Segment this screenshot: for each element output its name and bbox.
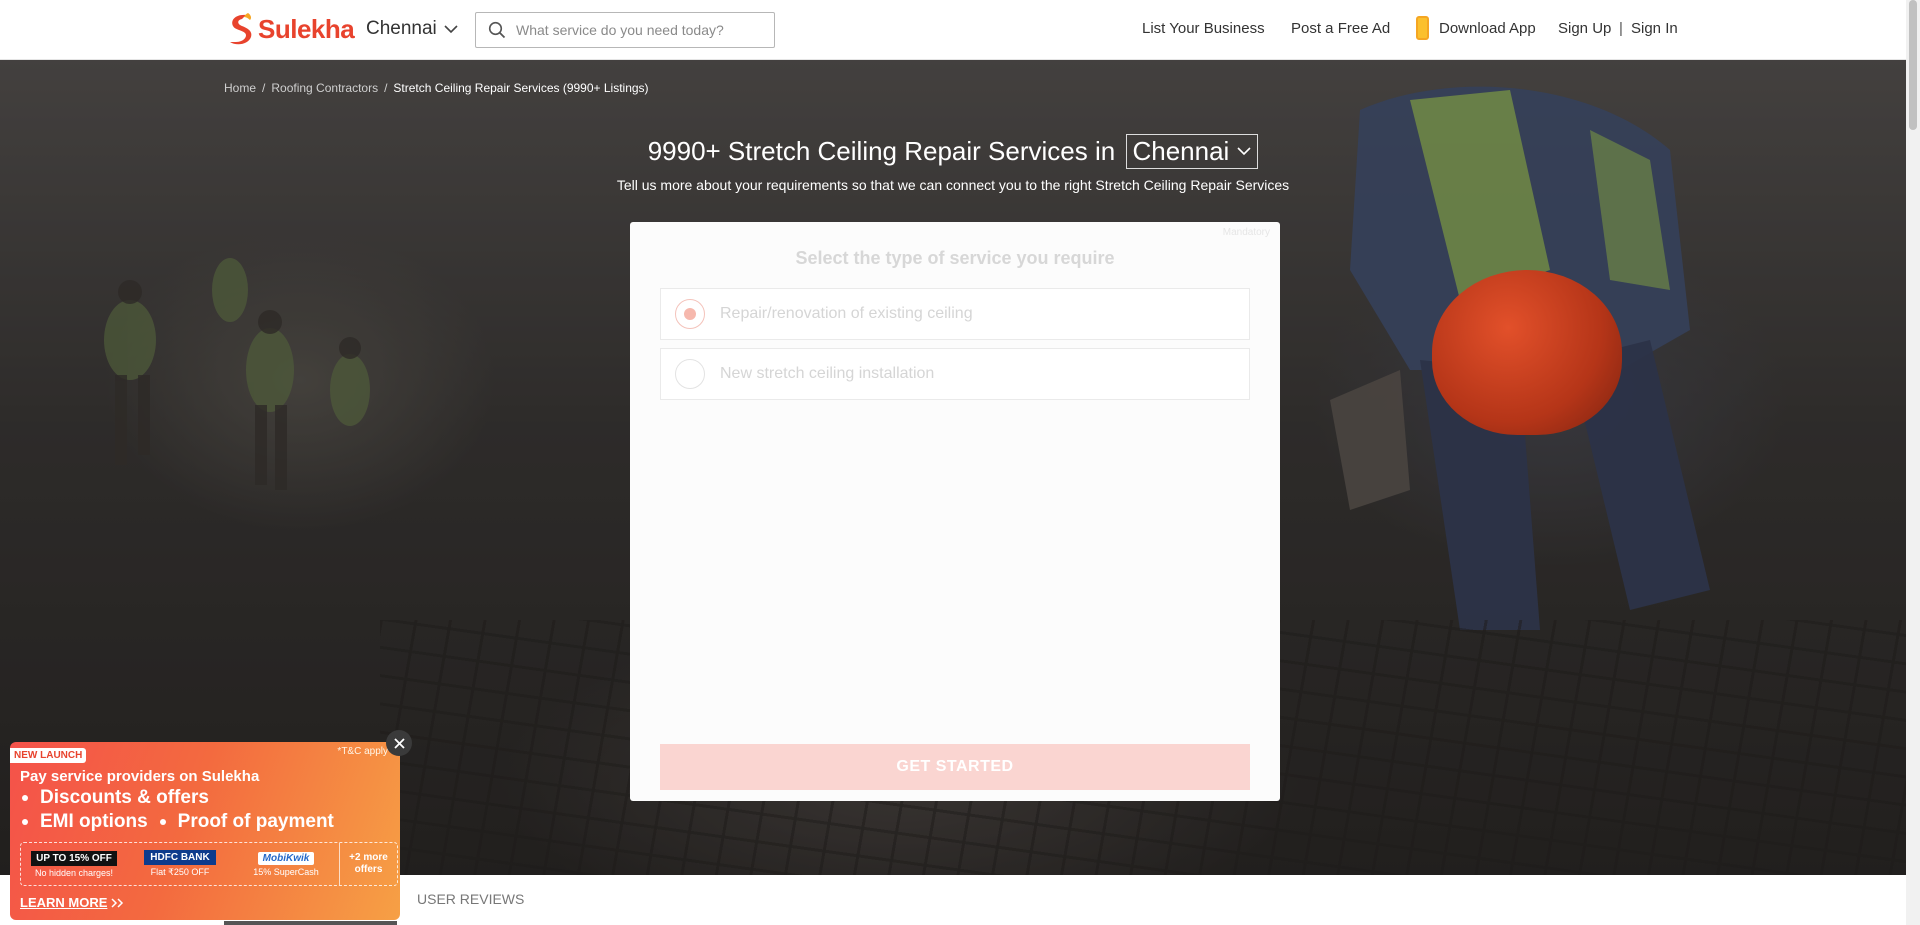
page-title: 9990+ Stretch Ceiling Repair Services in… [0,134,1906,169]
page-subtitle: Tell us more about your requirements so … [616,177,1290,193]
new-launch-badge: NEW LAUNCH [10,748,87,763]
double-chevron-right-icon [111,897,124,908]
bullet-icon [22,819,28,825]
list-your-business-link[interactable]: List Your Business [1142,20,1265,37]
breadcrumb-home[interactable]: Home [224,81,256,95]
sign-up-link[interactable]: Sign Up [1558,20,1611,37]
learn-more-label: LEARN MORE [20,895,108,910]
form-question: Select the type of service you require [795,248,1115,268]
page-scrollbar[interactable] [1906,0,1920,925]
hero-city-selector[interactable]: Chennai [1126,134,1259,169]
promo-feature-line: Discounts & offers [20,787,209,809]
sulekha-logo-icon [230,13,252,45]
promo-feature: Discounts & offers [40,787,209,808]
mandatory-note: Mandatory [1222,227,1270,238]
radio-button[interactable] [675,299,705,329]
download-app-label: Download App [1439,19,1536,37]
background-workers-figure [104,258,370,490]
active-tab-indicator [224,921,397,925]
hero-city-label: Chennai [1132,136,1230,166]
offer-sub: Flat ₹250 OFF [150,867,210,877]
breadcrumb-separator: / [384,81,388,95]
scrollbar-thumb[interactable] [1909,0,1917,130]
chevron-down-icon [444,24,458,33]
bullet-icon [159,819,166,825]
promo-title: Pay service providers on Sulekha [20,768,260,785]
safety-helmet [1432,270,1622,435]
get-started-button[interactable]: GET STARTED [660,744,1250,790]
mobikwik-logo: MobiKwik [257,851,315,865]
radio-button[interactable] [675,359,705,389]
city-label: Chennai [366,18,437,39]
promo-feature-line: EMI options Proof of payment [20,811,334,833]
sign-in-link[interactable]: Sign In [1631,20,1678,37]
option-repair-renovation[interactable]: Repair/renovation of existing ceiling [660,288,1250,340]
breadcrumb-category[interactable]: Roofing Contractors [271,81,378,95]
breadcrumb-separator: / [262,81,266,95]
option-label: New stretch ceiling installation [720,365,935,382]
chevron-down-icon [1237,147,1251,156]
offer-sub: 15% SuperCash [253,866,319,877]
offer-sub: No hidden charges! [34,867,114,878]
offer-discount: UP TO 15% OFF No hidden charges! [21,843,127,885]
download-app-link[interactable]: Download App [1416,16,1536,40]
mobile-phone-icon [1416,16,1429,40]
more-offers-label: +2 more offers [349,852,388,875]
hdfc-bank-logo: HDFC BANK [144,850,216,865]
payment-promo-banner: NEW LAUNCH *T&C apply Pay service provid… [10,730,412,920]
page-title-text: 9990+ Stretch Ceiling Repair Services in [647,136,1116,166]
bullet-icon [22,795,28,801]
terms-note: *T&C apply [337,746,388,757]
city-selector[interactable]: Chennai [366,18,458,40]
offer-more: +2 more offers [339,843,397,885]
tab-user-reviews[interactable]: USER REVIEWS [417,891,524,907]
nav-separator: | [1619,20,1623,37]
sulekha-logo[interactable]: Sulekha [224,12,355,46]
close-icon [393,737,405,749]
search-input[interactable] [516,22,756,38]
requirement-form-card: Mandatory Select the type of service you… [630,222,1280,801]
offer-mobikwik: MobiKwik 15% SuperCash [233,843,339,885]
promo-offers-box: UP TO 15% OFF No hidden charges! HDFC BA… [20,842,398,886]
option-label: Repair/renovation of existing ceiling [720,305,973,322]
breadcrumb-current: Stretch Ceiling Repair Services (9990+ L… [393,81,649,95]
post-free-ad-link[interactable]: Post a Free Ad [1291,20,1390,37]
brand-name: Sulekha [258,13,355,44]
offer-hdfc: HDFC BANK Flat ₹250 OFF [127,843,233,885]
top-header: Sulekha Chennai List Your Business Post … [0,0,1906,60]
breadcrumb: Home / Roofing Contractors / Stretch Cei… [224,81,649,95]
promo-feature: Proof of payment [177,811,334,832]
option-new-installation[interactable]: New stretch ceiling installation [660,348,1250,400]
close-promo-button[interactable] [386,730,412,756]
search-box[interactable] [475,12,775,48]
learn-more-link[interactable]: LEARN MORE [20,895,125,910]
offer-tag: UP TO 15% OFF [31,850,117,866]
promo-feature: EMI options [40,811,148,832]
search-icon [488,21,506,39]
